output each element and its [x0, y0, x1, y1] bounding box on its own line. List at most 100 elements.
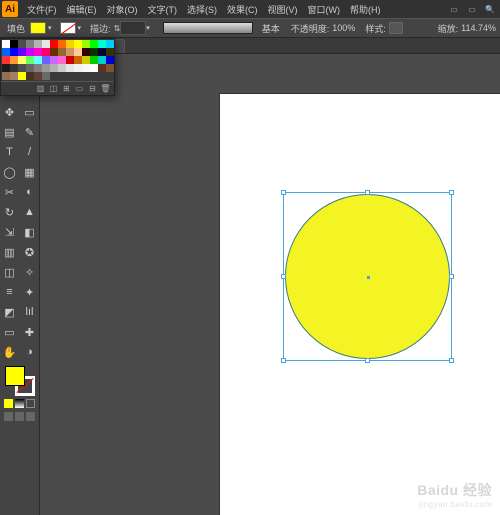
tool-button[interactable]: T — [1, 143, 19, 161]
tool-button[interactable]: ✎ — [21, 123, 39, 141]
swatch[interactable] — [34, 48, 42, 56]
swatch[interactable] — [2, 40, 10, 48]
swatch[interactable] — [42, 72, 50, 80]
tool-button[interactable]: ▥ — [1, 243, 19, 261]
swatch[interactable] — [50, 40, 58, 48]
menu-type[interactable]: 文字(T) — [143, 3, 183, 16]
menu-effect[interactable]: 效果(C) — [222, 3, 263, 16]
fill-stroke-indicator[interactable] — [5, 366, 35, 396]
swatches-panel[interactable]: ▥ ◫ ⊞ ▭ ⊟ 🗑 — [0, 38, 115, 96]
swatch[interactable] — [10, 40, 18, 48]
swatch[interactable] — [42, 56, 50, 64]
swatch[interactable] — [18, 48, 26, 56]
swatch[interactable] — [58, 40, 66, 48]
selection-bounding-box[interactable] — [283, 192, 452, 361]
swatch-kind-icon[interactable]: ◫ — [48, 84, 59, 94]
menu-object[interactable]: 对象(O) — [102, 3, 143, 16]
mini-none-icon[interactable] — [26, 399, 35, 408]
stroke-swatch[interactable] — [60, 22, 76, 34]
swatch-libraries-icon[interactable]: ▥ — [35, 84, 46, 94]
swatch[interactable] — [18, 56, 26, 64]
new-swatch-icon[interactable]: ⊟ — [87, 84, 98, 94]
swatch[interactable] — [98, 40, 106, 48]
dropdown-icon[interactable]: ▾ — [146, 24, 150, 32]
stepper-icon[interactable]: ⇅ — [114, 24, 121, 33]
menu-help[interactable]: 帮助(H) — [345, 3, 386, 16]
swatch[interactable] — [10, 56, 18, 64]
swatch[interactable] — [26, 40, 34, 48]
swatch[interactable] — [82, 56, 90, 64]
zoom-value[interactable]: 114.74% — [461, 23, 496, 33]
menu-view[interactable]: 视图(V) — [263, 3, 303, 16]
swatch[interactable] — [10, 64, 18, 72]
tool-button[interactable]: ✧ — [21, 263, 39, 281]
swatch[interactable] — [58, 64, 66, 72]
dropdown-icon[interactable]: ▾ — [78, 24, 82, 32]
tool-button[interactable]: ▭ — [1, 323, 19, 341]
swatch[interactable] — [66, 40, 74, 48]
workspace[interactable] — [40, 54, 500, 515]
fill-swatch[interactable] — [30, 22, 46, 34]
search-icon[interactable]: 🔍 — [482, 2, 498, 16]
swatch[interactable] — [82, 64, 90, 72]
tool-button[interactable]: ▤ — [1, 123, 19, 141]
swatch[interactable] — [74, 64, 82, 72]
resize-handle[interactable] — [281, 274, 286, 279]
screen-mode2-icon[interactable] — [15, 412, 24, 421]
tool-button[interactable]: ✦ — [21, 283, 39, 301]
fill-color-box[interactable] — [5, 366, 25, 386]
dropdown-icon[interactable]: ▾ — [48, 24, 52, 32]
menu-edit[interactable]: 编辑(E) — [62, 3, 102, 16]
swatch[interactable] — [106, 40, 114, 48]
resize-handle[interactable] — [449, 358, 454, 363]
swatch[interactable] — [66, 56, 74, 64]
layout-icon[interactable]: ▭ — [446, 2, 462, 16]
tool-button[interactable]: ✪ — [21, 243, 39, 261]
swatch[interactable] — [18, 40, 26, 48]
swatch[interactable] — [74, 56, 82, 64]
tool-button[interactable]: ✥ — [1, 103, 19, 121]
swatch[interactable] — [26, 64, 34, 72]
tool-button[interactable]: ◯ — [1, 163, 19, 181]
swatch[interactable] — [34, 56, 42, 64]
resize-handle[interactable] — [449, 190, 454, 195]
tool-button[interactable]: ⇲ — [1, 223, 19, 241]
layout2-icon[interactable]: ▭ — [464, 2, 480, 16]
swatch[interactable] — [58, 56, 66, 64]
swatch[interactable] — [2, 56, 10, 64]
swatch[interactable] — [34, 40, 42, 48]
swatch[interactable] — [82, 40, 90, 48]
swatch[interactable] — [106, 64, 114, 72]
swatch[interactable] — [90, 64, 98, 72]
swatch[interactable] — [10, 48, 18, 56]
swatch[interactable] — [50, 48, 58, 56]
delete-swatch-icon[interactable]: 🗑 — [100, 84, 111, 94]
tool-button[interactable]: ▭ — [21, 103, 39, 121]
resize-handle[interactable] — [281, 358, 286, 363]
tool-button[interactable]: ✂ — [1, 183, 19, 201]
swatch[interactable] — [18, 64, 26, 72]
swatch[interactable] — [42, 40, 50, 48]
tool-button[interactable]: ◐ — [21, 183, 39, 201]
swatch[interactable] — [42, 64, 50, 72]
style-swatch[interactable] — [389, 22, 403, 34]
artboard[interactable] — [220, 94, 500, 515]
swatch[interactable] — [2, 64, 10, 72]
tool-button[interactable]: ◩ — [1, 303, 19, 321]
swatch[interactable] — [98, 56, 106, 64]
swatch[interactable] — [74, 40, 82, 48]
swatch[interactable] — [50, 64, 58, 72]
swatch[interactable] — [34, 72, 42, 80]
swatch[interactable] — [106, 56, 114, 64]
swatch[interactable] — [82, 48, 90, 56]
tool-button[interactable]: lıl — [21, 303, 39, 321]
swatch[interactable] — [2, 48, 10, 56]
screen-mode3-icon[interactable] — [26, 412, 35, 421]
opacity-value[interactable]: 100% — [332, 23, 355, 33]
swatch[interactable] — [74, 48, 82, 56]
menu-select[interactable]: 选择(S) — [182, 3, 222, 16]
swatch[interactable] — [90, 48, 98, 56]
mini-gradient-icon[interactable] — [15, 399, 24, 408]
menu-file[interactable]: 文件(F) — [22, 3, 62, 16]
swatch[interactable] — [98, 64, 106, 72]
